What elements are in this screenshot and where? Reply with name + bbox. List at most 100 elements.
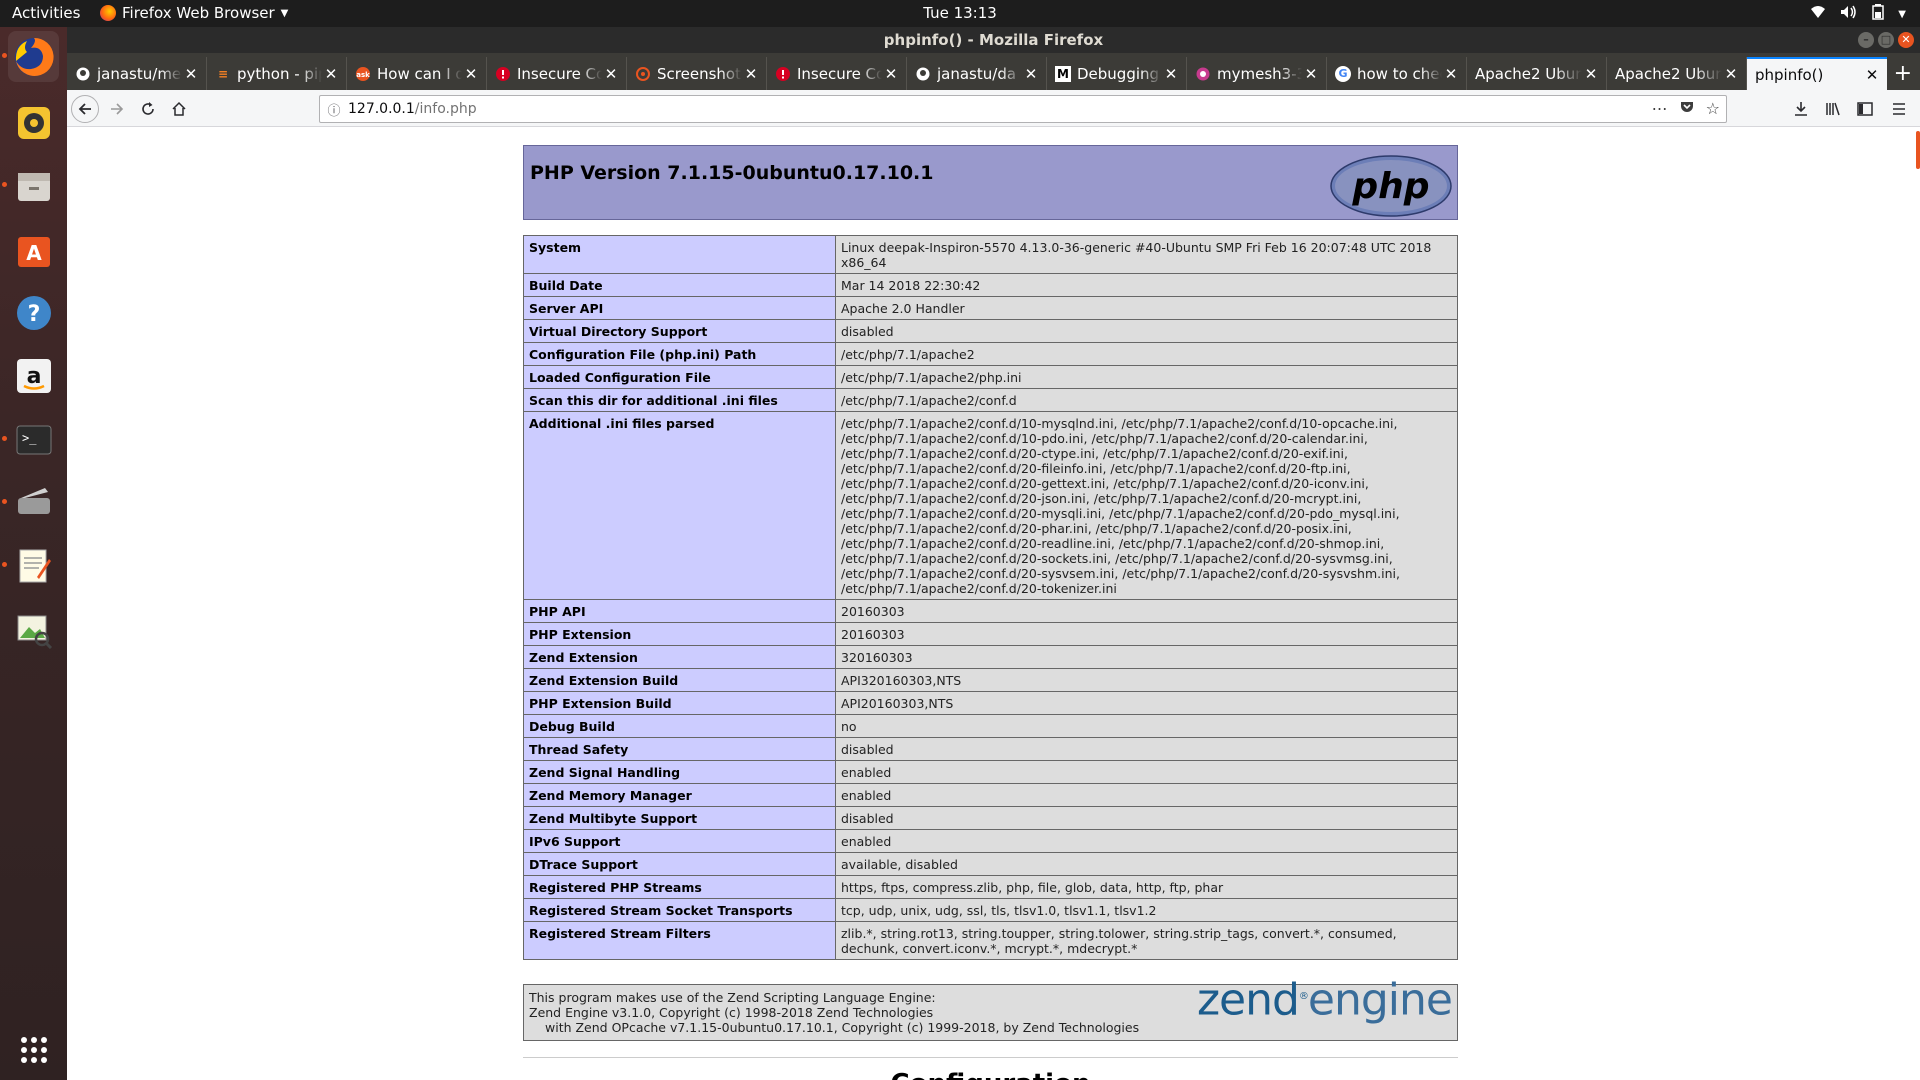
hamburger-menu-icon[interactable] (1885, 95, 1913, 123)
table-row: Virtual Directory Support disabled (523, 319, 1458, 343)
table-row: Loaded Configuration File/etc/php/7.1/ap… (523, 365, 1458, 389)
row-value: Mar 14 2018 22:30:42 (835, 273, 1458, 297)
app-grid-icon[interactable] (8, 1024, 59, 1075)
image-viewer-icon[interactable] (8, 604, 59, 655)
tab-insecure-2[interactable]: Insecure Co ✕ (767, 57, 907, 90)
software-center-icon[interactable]: A (8, 224, 59, 275)
tab-label: python - pip (237, 64, 322, 83)
help-icon[interactable]: ? (8, 287, 59, 338)
tab-label: phpinfo() (1755, 65, 1824, 84)
row-key: Zend Extension (523, 645, 836, 669)
close-tab-icon[interactable]: ✕ (1302, 65, 1320, 83)
text-editor-icon[interactable] (2, 540, 59, 591)
site-info-icon[interactable]: ⓘ (320, 100, 348, 119)
new-tab-button[interactable]: + (1894, 61, 1912, 86)
row-value: available, disabled (835, 852, 1458, 876)
close-window-button[interactable]: ✕ (1898, 32, 1914, 48)
terminal-icon[interactable]: >_ (2, 414, 59, 465)
amazon-icon[interactable]: a (8, 350, 59, 401)
tab-phpinfo[interactable]: phpinfo() ✕ (1747, 57, 1887, 90)
tab-label: Screenshot (657, 64, 741, 83)
close-tab-icon[interactable]: ✕ (742, 65, 760, 83)
close-tab-icon[interactable]: ✕ (322, 65, 340, 83)
system-tray[interactable]: ▼ (1810, 4, 1906, 24)
tab-janastu-me[interactable]: janastu/me ✕ (67, 57, 207, 90)
url-bar[interactable]: ⓘ 127.0.0.1/info.php ⋯ ☆ (319, 95, 1727, 123)
tab-apache2-1[interactable]: Apache2 Ubunt ✕ (1467, 57, 1607, 90)
table-row: Zend Extension 320160303 (523, 645, 1458, 669)
row-key: DTrace Support (523, 852, 836, 876)
reload-button[interactable] (134, 95, 162, 123)
close-tab-icon[interactable]: ✕ (1582, 65, 1600, 83)
sidebar-icon[interactable] (1851, 95, 1879, 123)
table-row: Debug Build no (523, 714, 1458, 738)
ubuntu-icon (635, 66, 651, 82)
close-tab-icon[interactable]: ✕ (1442, 65, 1460, 83)
row-value: disabled (835, 806, 1458, 830)
activities-button[interactable]: Activities (12, 4, 80, 22)
google-icon: G (1335, 65, 1351, 82)
battery-icon[interactable] (1872, 4, 1885, 24)
pocket-icon[interactable] (1680, 99, 1694, 118)
row-key: Registered Stream Socket Transports (523, 898, 836, 922)
files-icon[interactable] (2, 160, 59, 211)
close-tab-icon[interactable]: ✕ (1022, 65, 1040, 83)
tab-apache2-2[interactable]: Apache2 Ubunt ✕ (1607, 57, 1747, 90)
row-key: Registered PHP Streams (523, 875, 836, 899)
tab-how-can-i[interactable]: ask How can I d ✕ (347, 57, 487, 90)
tab-insecure-1[interactable]: Insecure Co ✕ (487, 57, 627, 90)
close-tab-icon[interactable]: ✕ (182, 65, 200, 83)
close-tab-icon[interactable]: ✕ (1722, 65, 1740, 83)
close-tab-icon[interactable]: ✕ (602, 65, 620, 83)
window-title: phpinfo() - Mozilla Firefox (883, 31, 1104, 49)
tab-mymesh[interactable]: mymesh3-3 ✕ (1187, 57, 1327, 90)
row-value: enabled (835, 760, 1458, 784)
tab-label: How can I d (377, 64, 462, 83)
tab-how-to-check[interactable]: G how to chec ✕ (1327, 57, 1467, 90)
tab-label: Insecure Co (797, 64, 882, 83)
tab-screenshot[interactable]: Screenshot ✕ (627, 57, 767, 90)
row-value: 20160303 (835, 622, 1458, 646)
close-tab-icon[interactable]: ✕ (462, 65, 480, 83)
volume-icon[interactable] (1840, 5, 1858, 23)
row-key: Scan this dir for additional .ini files (523, 388, 836, 412)
maximize-button[interactable]: □ (1878, 32, 1894, 48)
tab-debugging[interactable]: M Debugging a ✕ (1047, 57, 1187, 90)
scanner-icon[interactable] (2, 477, 59, 528)
row-key: Debug Build (523, 714, 836, 738)
close-tab-icon[interactable]: ✕ (1162, 65, 1180, 83)
app-menu[interactable]: Firefox Web Browser ▼ (100, 4, 288, 22)
php-logo-text: php (1351, 166, 1429, 207)
back-button[interactable] (71, 95, 99, 123)
row-value: enabled (835, 783, 1458, 807)
window-titlebar[interactable]: phpinfo() - Mozilla Firefox – □ ✕ (67, 27, 1920, 53)
page-actions-icon[interactable]: ⋯ (1652, 99, 1668, 118)
url-host: 127.0.0.1 (348, 101, 415, 117)
row-key: Loaded Configuration File (523, 365, 836, 389)
tab-python-pip[interactable]: ≡ python - pip ✕ (207, 57, 347, 90)
zend-engine-logo[interactable]: zend®engine (1197, 978, 1453, 1022)
svg-text:>_: >_ (22, 431, 37, 445)
firefox-icon[interactable] (2, 31, 59, 82)
row-key: PHP Extension Build (523, 691, 836, 715)
table-row: Zend Memory Manager enabled (523, 783, 1458, 807)
downloads-icon[interactable] (1787, 95, 1815, 123)
minimize-button[interactable]: – (1858, 32, 1874, 48)
library-icon[interactable] (1819, 95, 1847, 123)
php-logo[interactable]: php (1329, 154, 1453, 218)
close-tab-icon[interactable]: ✕ (882, 65, 900, 83)
table-row: Scan this dir for additional .ini files /… (523, 388, 1458, 412)
rhythmbox-icon[interactable] (8, 97, 59, 148)
tab-janastu-da[interactable]: janastu/da ✕ (907, 57, 1047, 90)
php-header: PHP Version 7.1.15-0ubuntu0.17.10.1 php (523, 145, 1458, 220)
close-tab-icon[interactable]: ✕ (1863, 66, 1881, 84)
zend-engine-box: This program makes use of the Zend Scrip… (523, 978, 1458, 1041)
forward-button[interactable] (103, 95, 131, 123)
bookmark-star-icon[interactable]: ☆ (1706, 99, 1720, 118)
home-button[interactable] (165, 95, 193, 123)
power-menu-icon[interactable]: ▼ (1898, 9, 1906, 20)
scrollbar-thumb[interactable] (1916, 131, 1920, 169)
row-value: 320160303 (835, 645, 1458, 669)
svg-text:ask: ask (356, 71, 370, 79)
wifi-icon[interactable] (1810, 5, 1826, 23)
